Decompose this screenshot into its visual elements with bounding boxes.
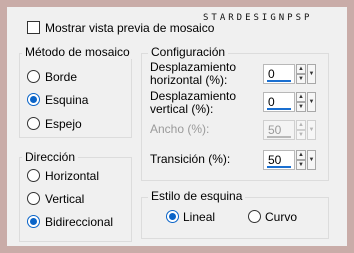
transition-up-arrow-icon[interactable]: ▲ (296, 150, 306, 160)
transition-stepper[interactable]: 50 ▲ ▼ ▼ (263, 150, 316, 170)
preview-checkbox[interactable] (27, 21, 40, 34)
tile-method-espejo-radio[interactable] (27, 117, 40, 130)
width-up-arrow-icon: ▲ (296, 120, 306, 130)
corner-style-lineal-label: Lineal (183, 210, 216, 224)
tile-method-esquina-label: Esquina (45, 93, 89, 107)
tile-method-esquina-radio[interactable] (27, 93, 40, 106)
corner-style-curvo-radio[interactable] (248, 210, 261, 223)
tile-method-title: Método de mosaico (22, 45, 133, 59)
h-offset-stepper[interactable]: 0 ▲ ▼ ▼ (263, 64, 316, 84)
v-offset-up-arrow-icon[interactable]: ▲ (296, 92, 306, 102)
direction-horizontal-label: Horizontal (45, 169, 100, 183)
corner-style-curvo-label: Curvo (265, 210, 298, 224)
width-dropdown-icon: ▼ (307, 120, 316, 140)
width-value: 50 (263, 120, 295, 140)
direction-bidirectional-radio[interactable] (27, 215, 40, 228)
settings-title: Configuración (148, 45, 229, 59)
watermark-logo: STARDESIGNPSP (203, 13, 313, 23)
transition-label: Transición (%): (150, 152, 231, 166)
transition-dropdown-icon[interactable]: ▼ (307, 150, 316, 170)
h-offset-dropdown-icon[interactable]: ▼ (307, 64, 316, 84)
tile-method-borde-radio[interactable] (27, 70, 40, 83)
transition-value[interactable]: 50 (263, 150, 295, 170)
preview-label: Mostrar vista previa de mosaico (45, 21, 215, 35)
tile-method-espejo-label: Espejo (45, 117, 82, 131)
corner-style-lineal-radio[interactable] (166, 210, 179, 223)
corner-style-title: Estilo de esquina (148, 189, 246, 203)
direction-vertical-radio[interactable] (27, 192, 40, 205)
direction-horizontal-radio[interactable] (27, 169, 40, 182)
h-offset-value[interactable]: 0 (263, 64, 295, 84)
v-offset-dropdown-icon[interactable]: ▼ (307, 92, 316, 112)
direction-bidirectional-label: Bidireccional (45, 215, 114, 229)
dialog-frame: Mostrar vista previa de mosaico STARDESI… (0, 0, 354, 253)
v-offset-value[interactable]: 0 (263, 92, 295, 112)
v-offset-label-line1: Desplazamiento (150, 89, 237, 103)
v-offset-down-arrow-icon[interactable]: ▼ (296, 102, 306, 112)
tile-method-borde-label: Borde (45, 70, 78, 84)
h-offset-down-arrow-icon[interactable]: ▼ (296, 74, 306, 84)
direction-title: Dirección (22, 150, 79, 164)
v-offset-stepper[interactable]: 0 ▲ ▼ ▼ (263, 92, 316, 112)
h-offset-label-line2: horizontal (%): (150, 73, 228, 87)
direction-vertical-label: Vertical (45, 192, 85, 206)
v-offset-label-line2: vertical (%): (150, 102, 214, 116)
width-stepper: 50 ▲ ▼ ▼ (263, 120, 316, 140)
h-offset-label-line1: Desplazamiento (150, 60, 237, 74)
transition-down-arrow-icon[interactable]: ▼ (296, 160, 306, 170)
h-offset-up-arrow-icon[interactable]: ▲ (296, 64, 306, 74)
width-down-arrow-icon: ▼ (296, 130, 306, 140)
width-label: Ancho (%): (150, 122, 210, 136)
